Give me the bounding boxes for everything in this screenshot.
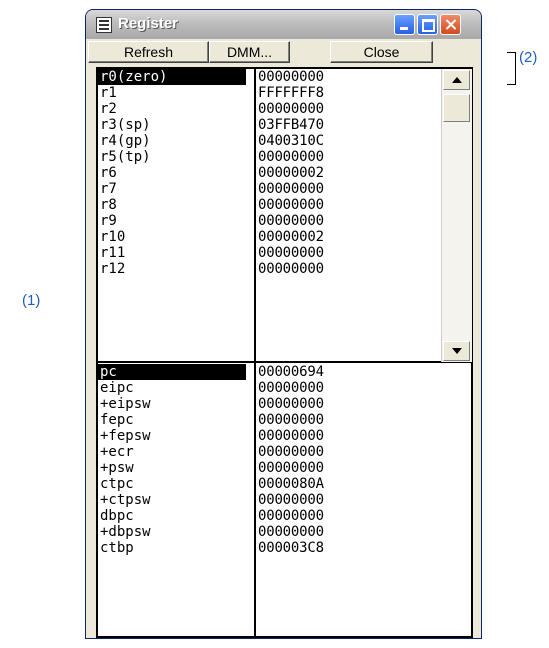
register-value[interactable]: 00000002 <box>258 165 441 181</box>
callout-label-1: (1) <box>22 292 41 309</box>
register-name[interactable]: r3(sp) <box>98 117 254 133</box>
register-name[interactable]: r11 <box>98 245 254 261</box>
register-value[interactable]: 00000000 <box>258 245 441 261</box>
register-name[interactable]: dbpc <box>98 508 254 524</box>
dmm-button[interactable]: DMM... <box>209 41 290 63</box>
register-value[interactable]: 0400310C <box>258 133 441 149</box>
gpr-scrollbar[interactable] <box>441 69 472 362</box>
sysreg-value-list: 00000694 00000000 00000000 00000000 00000000… <box>258 364 441 556</box>
register-value[interactable]: 00000000 <box>258 181 441 197</box>
register-value[interactable]: 00000000 <box>258 380 441 396</box>
register-name[interactable]: +fepsw <box>98 428 254 444</box>
register-value[interactable]: 03FFB470 <box>258 117 441 133</box>
minimize-button[interactable] <box>394 14 415 35</box>
close-button[interactable]: Close <box>330 41 433 63</box>
sysreg-name-list: pc eipc +eipsw fepc +fepsw +ecr +psw ctpc +ctpsw… <box>98 364 254 556</box>
gpr-name-list: r0(zero) r1 r2 r3(sp) r4(gp) r5(tp) r6 r7 r8 r9 r1… <box>98 69 254 277</box>
register-value[interactable]: 00000000 <box>258 213 441 229</box>
register-name[interactable]: r9 <box>98 213 254 229</box>
register-value[interactable]: 00000000 <box>258 101 441 117</box>
close-window-button[interactable] <box>440 14 461 35</box>
callout-bracket <box>507 52 516 85</box>
register-name[interactable]: r2 <box>98 101 254 117</box>
register-value[interactable]: 0000080A <box>258 476 441 492</box>
register-name[interactable]: r6 <box>98 165 254 181</box>
register-name[interactable]: +ctpsw <box>98 492 254 508</box>
register-name[interactable]: r8 <box>98 197 254 213</box>
refresh-button[interactable]: Refresh <box>88 41 209 63</box>
register-name-column: r0(zero) r1 r2 r3(sp) r4(gp) r5(tp) r6 r7 r8 r9 r1… <box>98 69 256 636</box>
register-name[interactable]: ctbp <box>98 540 254 556</box>
register-name[interactable]: r5(tp) <box>98 149 254 165</box>
register-window: Register Refresh DMM... Close r0(zero) r1… <box>86 10 481 638</box>
register-value[interactable]: 00000000 <box>258 524 441 540</box>
register-value[interactable]: 00000694 <box>258 364 441 380</box>
scroll-up-arrow-icon[interactable] <box>443 70 470 90</box>
register-name[interactable]: r4(gp) <box>98 133 254 149</box>
register-name[interactable]: +ecr <box>98 444 254 460</box>
callout-label-2: (2) <box>519 49 538 66</box>
register-name[interactable]: +dbpsw <box>98 524 254 540</box>
register-panel: r0(zero) r1 r2 r3(sp) r4(gp) r5(tp) r6 r7 r8 r9 r1… <box>96 67 473 638</box>
register-value[interactable]: 00000000 <box>258 508 441 524</box>
scroll-thumb[interactable] <box>443 94 470 122</box>
scroll-down-arrow-icon[interactable] <box>443 341 470 361</box>
register-value[interactable]: 00000000 <box>258 412 441 428</box>
register-value-column: 00000000 FFFFFFF8 00000000 03FFB470 0400310C… <box>258 69 441 556</box>
register-value[interactable]: 00000000 <box>258 396 441 412</box>
register-value[interactable]: 00000000 <box>258 460 441 476</box>
register-name[interactable]: eipc <box>98 380 254 396</box>
maximize-button[interactable] <box>417 14 438 35</box>
register-name[interactable]: r0(zero) <box>98 69 246 85</box>
toolbar: Refresh DMM... Close <box>86 39 481 65</box>
register-value[interactable]: 00000002 <box>258 229 441 245</box>
register-value[interactable]: 000003C8 <box>258 540 441 556</box>
pane-divider[interactable] <box>98 361 471 363</box>
register-name[interactable]: pc <box>98 364 246 380</box>
register-name[interactable]: r12 <box>98 261 254 277</box>
register-window-icon <box>96 17 112 33</box>
register-value[interactable]: 00000000 <box>258 444 441 460</box>
register-value[interactable]: 00000000 <box>258 492 441 508</box>
title-bar[interactable]: Register <box>86 10 481 39</box>
register-value[interactable]: 00000000 <box>258 149 441 165</box>
register-name[interactable]: r7 <box>98 181 254 197</box>
register-value[interactable]: 00000000 <box>258 428 441 444</box>
register-value[interactable]: 00000000 <box>258 261 441 277</box>
register-name[interactable]: r1 <box>98 85 254 101</box>
register-name[interactable]: r10 <box>98 229 254 245</box>
gpr-value-list: 00000000 FFFFFFF8 00000000 03FFB470 0400310C… <box>258 69 441 277</box>
register-value[interactable]: FFFFFFF8 <box>258 85 441 101</box>
register-value[interactable]: 00000000 <box>258 69 441 85</box>
register-name[interactable]: +eipsw <box>98 396 254 412</box>
register-name[interactable]: fepc <box>98 412 254 428</box>
register-name[interactable]: +psw <box>98 460 254 476</box>
window-title: Register <box>118 15 179 32</box>
register-name[interactable]: ctpc <box>98 476 254 492</box>
register-value[interactable]: 00000000 <box>258 197 441 213</box>
